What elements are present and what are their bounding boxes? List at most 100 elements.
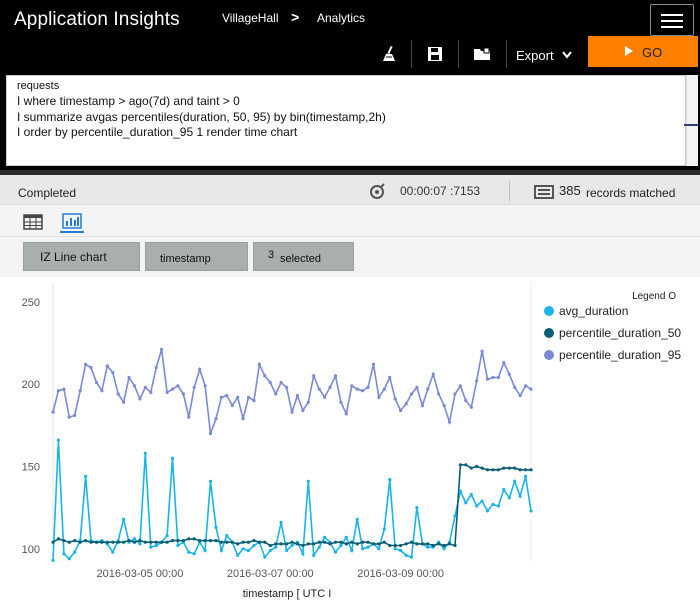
data-point-avg_duration (350, 548, 354, 553)
x-tick-label: 2016-03-09 00:00 (357, 568, 444, 580)
query-scrollbar[interactable] (686, 75, 698, 166)
legend-item-percentile_duration_50[interactable]: percentile_duration_50 (559, 326, 681, 340)
data-point-percentile_duration_50 (388, 543, 392, 548)
data-point-avg_duration (491, 502, 495, 506)
data-point-percentile_duration_95 (361, 389, 365, 393)
data-point-percentile_duration_50 (274, 542, 278, 546)
data-point-avg_duration (355, 517, 359, 521)
legend-swatch (544, 306, 554, 316)
data-point-percentile_duration_50 (328, 542, 332, 546)
data-point-avg_duration (306, 479, 310, 483)
data-point-percentile_duration_50 (295, 542, 299, 546)
data-point-percentile_duration_95 (469, 405, 473, 409)
data-point-percentile_duration_95 (323, 395, 327, 399)
data-point-avg_duration (502, 487, 506, 492)
data-point-avg_duration (208, 479, 213, 483)
data-point-avg_duration (377, 547, 381, 551)
save-icon[interactable] (423, 42, 447, 66)
hamburger-menu-button[interactable] (650, 4, 694, 36)
breadcrumb-analytics[interactable]: Analytics (317, 11, 365, 25)
hamburger-icon (661, 14, 683, 16)
data-point-percentile_duration_95 (366, 385, 370, 389)
data-point-avg_duration (62, 552, 66, 556)
data-point-avg_duration (323, 535, 327, 539)
legend-item-percentile_duration_95[interactable]: percentile_duration_95 (559, 348, 681, 362)
data-point-percentile_duration_95 (420, 403, 424, 408)
data-point-avg_duration (268, 548, 272, 553)
export-button[interactable]: Export (516, 44, 572, 66)
data-point-avg_duration (138, 542, 142, 546)
data-point-percentile_duration_95 (382, 387, 386, 391)
data-point-avg_duration (529, 509, 533, 513)
app-title[interactable]: Application Insights (14, 9, 180, 31)
query-line: I order by percentile_duration_95 1 rend… (17, 125, 298, 139)
folder-icon[interactable] (470, 42, 494, 66)
data-point-percentile_duration_95 (388, 375, 392, 380)
data-point-percentile_duration_50 (447, 542, 452, 546)
data-point-percentile_duration_95 (100, 389, 104, 393)
data-point-percentile_duration_95 (67, 415, 71, 419)
data-point-percentile_duration_95 (333, 374, 338, 378)
chart-view-button[interactable] (60, 211, 84, 233)
data-point-percentile_duration_50 (339, 540, 343, 544)
legend-swatch (544, 350, 554, 360)
data-point-percentile_duration_95 (73, 413, 77, 417)
data-point-avg_duration (263, 555, 267, 559)
data-point-percentile_duration_95 (399, 408, 403, 413)
data-point-percentile_duration_50 (176, 539, 180, 543)
data-point-avg_duration (176, 543, 180, 548)
breadcrumb-villagehall[interactable]: VillageHall (222, 11, 278, 25)
data-point-percentile_duration_50 (393, 543, 397, 548)
data-point-percentile_duration_95 (355, 387, 359, 391)
data-point-percentile_duration_95 (529, 387, 533, 391)
data-point-percentile_duration_50 (312, 542, 316, 546)
data-point-percentile_duration_50 (480, 466, 484, 470)
query-editor[interactable]: requests I where timestamp > ago(7d) and … (6, 75, 686, 166)
data-point-percentile_duration_95 (181, 392, 185, 396)
data-point-percentile_duration_50 (127, 539, 131, 543)
data-point-percentile_duration_95 (176, 384, 180, 388)
data-point-percentile_duration_50 (279, 542, 283, 546)
data-point-percentile_duration_50 (333, 540, 338, 544)
table-view-button[interactable] (21, 211, 45, 233)
data-point-avg_duration (415, 506, 419, 510)
data-point-percentile_duration_95 (480, 349, 484, 353)
data-point-avg_duration (480, 499, 484, 503)
data-point-percentile_duration_95 (350, 384, 354, 388)
data-point-percentile_duration_50 (192, 537, 196, 541)
data-point-percentile_duration_95 (236, 395, 240, 399)
data-point-percentile_duration_50 (236, 542, 240, 546)
data-point-percentile_duration_95 (437, 392, 441, 396)
data-point-avg_duration (111, 550, 115, 554)
data-point-avg_duration (507, 496, 511, 500)
broom-icon[interactable] (377, 42, 401, 66)
data-point-percentile_duration_50 (203, 539, 207, 543)
data-point-percentile_duration_95 (78, 389, 82, 393)
records-icon (534, 185, 554, 199)
data-point-percentile_duration_95 (192, 385, 196, 389)
legend: avg_duration percentile_duration_50percen… (544, 304, 681, 362)
data-point-avg_duration (317, 545, 321, 549)
data-point-percentile_duration_95 (257, 362, 261, 366)
data-point-percentile_duration_95 (122, 400, 126, 404)
data-point-avg_duration (518, 494, 522, 498)
data-point-percentile_duration_95 (208, 431, 213, 436)
data-point-percentile_duration_50 (268, 543, 272, 548)
data-point-percentile_duration_95 (475, 379, 479, 383)
data-point-avg_duration (469, 492, 473, 497)
data-point-percentile_duration_95 (160, 347, 164, 352)
data-point-percentile_duration_95 (409, 392, 414, 396)
toolbar-separator (458, 40, 459, 68)
series-selector-dropdown[interactable]: 3 selected (253, 242, 354, 271)
data-point-percentile_duration_95 (518, 394, 522, 398)
x-axis-dropdown[interactable]: timestamp (145, 242, 248, 271)
data-point-percentile_duration_50 (160, 540, 164, 544)
data-point-avg_duration (132, 537, 137, 541)
data-point-percentile_duration_50 (214, 539, 218, 543)
data-point-percentile_duration_50 (469, 466, 473, 470)
view-bar (0, 205, 700, 237)
chart-type-dropdown[interactable]: IZ Line chart (23, 242, 140, 271)
data-point-percentile_duration_50 (507, 466, 511, 470)
legend-item-avg_duration[interactable]: avg_duration (559, 304, 628, 318)
go-button[interactable]: GO (588, 36, 698, 67)
